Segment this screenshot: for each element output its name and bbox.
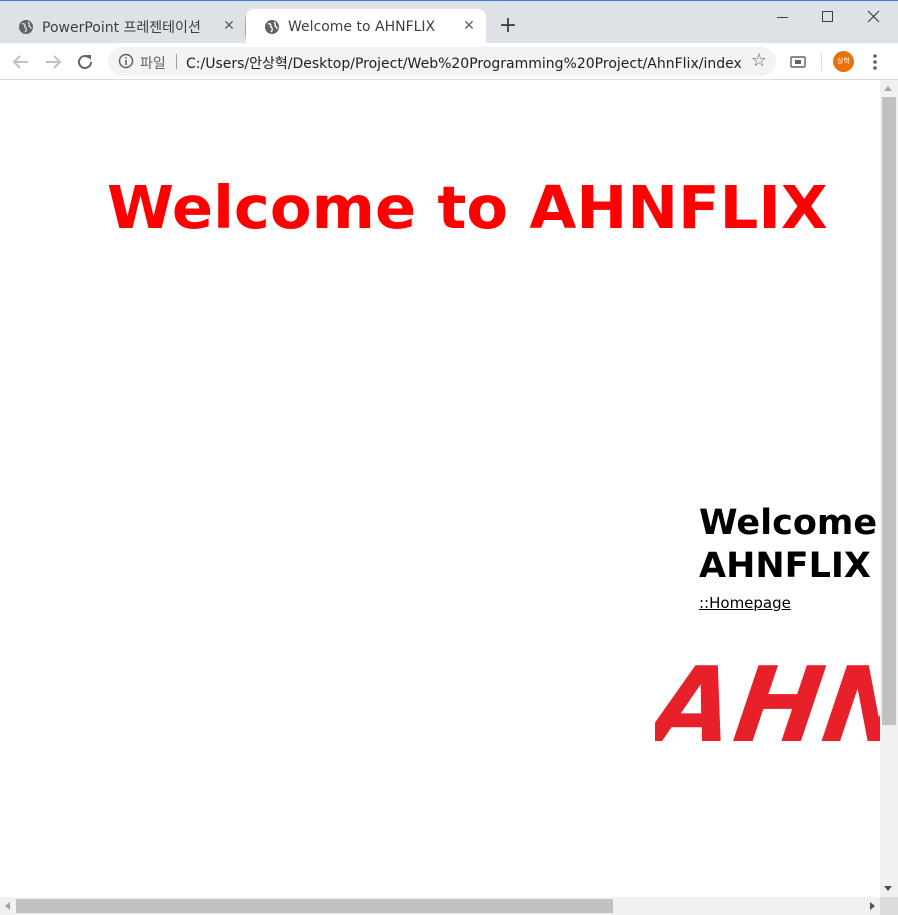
maximize-icon bbox=[822, 11, 833, 22]
tab-close-icon[interactable]: ✕ bbox=[462, 19, 476, 33]
more-menu-icon[interactable] bbox=[865, 51, 885, 73]
scroll-right-icon[interactable] bbox=[870, 902, 875, 910]
side-heading: Welcome to AHNFLIX bbox=[699, 502, 880, 588]
scroll-down-icon[interactable] bbox=[884, 886, 892, 891]
forward-icon[interactable] bbox=[42, 51, 64, 73]
hero-title: Welcome to AHNFLIX bbox=[107, 173, 828, 242]
back-icon[interactable] bbox=[10, 51, 32, 73]
reload-icon[interactable] bbox=[74, 51, 96, 73]
browser-toolbar: 파일 C:/Users/안상혁/Desktop/Project/Web%20Pr… bbox=[0, 43, 898, 80]
minimize-icon bbox=[777, 17, 788, 18]
vertical-scrollbar[interactable] bbox=[880, 80, 898, 897]
logo-lettering: AHNFLIX bbox=[655, 644, 880, 750]
info-icon[interactable] bbox=[118, 53, 134, 69]
new-tab-button[interactable]: + bbox=[498, 15, 518, 37]
url-text[interactable]: C:/Users/안상혁/Desktop/Project/Web%20Progr… bbox=[186, 53, 741, 73]
close-window-button[interactable] bbox=[851, 3, 897, 31]
toolbar-separator bbox=[821, 53, 822, 71]
tab-ahnflix[interactable]: Welcome to AHNFLIX ✕ bbox=[246, 9, 486, 44]
homepage-link[interactable]: ::Homepage bbox=[699, 594, 791, 612]
scroll-up-icon[interactable] bbox=[884, 86, 892, 91]
minimize-button[interactable] bbox=[760, 3, 806, 31]
profile-avatar[interactable]: 상혁 bbox=[833, 51, 854, 72]
side-heading-line: AHNFLIX bbox=[699, 546, 871, 586]
tab-strip: PowerPoint 프레젠테이션 ✕ Welcome to AHNFLIX ✕… bbox=[0, 0, 898, 44]
page-viewport: Welcome to AHNFLIX Welcome to AHNFLIX ::… bbox=[0, 80, 880, 897]
horizontal-scroll-thumb[interactable] bbox=[16, 899, 613, 913]
globe-icon bbox=[19, 19, 33, 34]
vertical-scroll-thumb[interactable] bbox=[882, 97, 896, 725]
close-icon bbox=[867, 10, 880, 23]
ahnflix-logo: AHNFLIX bbox=[655, 644, 880, 750]
scroll-left-icon[interactable] bbox=[5, 902, 10, 910]
cast-icon[interactable] bbox=[788, 52, 808, 72]
scheme-divider bbox=[176, 54, 177, 69]
tab-title: PowerPoint 프레젠테이션 bbox=[42, 19, 201, 36]
tab-title: Welcome to AHNFLIX bbox=[288, 18, 436, 35]
tab-powerpoint[interactable]: PowerPoint 프레젠테이션 ✕ bbox=[0, 9, 246, 44]
globe-icon bbox=[265, 19, 279, 34]
maximize-button[interactable] bbox=[805, 3, 851, 31]
side-heading-line: Welcome to bbox=[699, 503, 880, 543]
scrollbar-corner bbox=[880, 897, 898, 915]
address-bar[interactable]: 파일 C:/Users/안상혁/Desktop/Project/Web%20Pr… bbox=[108, 47, 776, 76]
horizontal-scrollbar[interactable] bbox=[0, 897, 880, 915]
tab-close-icon[interactable]: ✕ bbox=[222, 19, 236, 33]
scheme-label: 파일 bbox=[140, 56, 166, 72]
bookmark-star-icon[interactable]: ☆ bbox=[748, 50, 770, 72]
